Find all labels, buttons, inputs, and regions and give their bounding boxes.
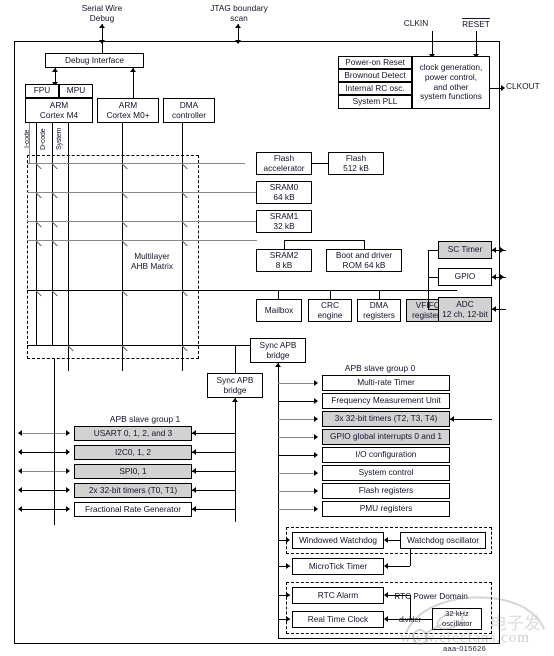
microtick-timer-box[interactable]: MicroTick Timer <box>292 558 384 575</box>
apb0-item-frequency-measurement-unit[interactable]: Frequency Measurement Unit <box>322 393 450 409</box>
apb0-item-system-control[interactable]: System control <box>322 465 450 481</box>
rtc-power-domain-title: RTC Power Domain <box>394 591 468 601</box>
matrix-row-ahbperiph <box>27 290 457 291</box>
apb-group-1-title: APB slave group 1 <box>109 414 181 424</box>
system-pll-box[interactable]: System PLL <box>338 95 412 109</box>
bus-label-system: System <box>56 127 63 151</box>
label-reset: RESET <box>462 18 490 29</box>
cortex-m4-box[interactable]: ARM Cortex M4 <box>25 98 93 123</box>
apb1-item-2x-32bit-timers[interactable]: 2x 32-bit timers (T0, T1) <box>74 483 192 498</box>
block-diagram-root: Serial Wire Debug JTAG boundary scan CLK… <box>0 0 554 656</box>
apb1-item-i2c[interactable]: I2C0, 1, 2 <box>74 445 192 460</box>
mpu-box[interactable]: MPU <box>59 84 93 98</box>
adc-box[interactable]: ADC 12 ch, 12-bit <box>438 297 492 322</box>
boot-rom-box[interactable]: Boot and driver ROM 64 kB <box>326 249 402 272</box>
apb1-item-spi[interactable]: SPI0, 1 <box>74 464 192 479</box>
sc-timer-box[interactable]: SC Timer <box>438 241 492 259</box>
sync-apb-bridge-lower[interactable]: Sync APB bridge <box>207 373 263 398</box>
cortex-m0plus-box[interactable]: ARM Cortex M0+ <box>97 98 159 123</box>
sram2-box[interactable]: SRAM2 8 kB <box>256 249 312 272</box>
apb0-item-gpio-global-interrupts[interactable]: GPIO global interrupts 0 and 1 <box>322 429 450 445</box>
apb0-item-io-configuration[interactable]: I/O configuration <box>322 447 450 463</box>
debug-interface-box[interactable]: Debug Interface <box>45 53 144 68</box>
apb0-item-pmu-registers[interactable]: PMU registers <box>322 501 450 517</box>
matrix-row-sram0 <box>27 192 259 193</box>
apb1-item-fractional-rate-generator[interactable]: Fractional Rate Generator <box>74 502 192 517</box>
bus-label-d-code: D-code <box>40 128 47 150</box>
brownout-detect-box[interactable]: Brownout Detect <box>338 69 412 82</box>
matrix-row-sram1 <box>27 221 259 222</box>
sram0-box[interactable]: SRAM0 64 kB <box>256 181 312 204</box>
apb0-item-flash-registers[interactable]: Flash registers <box>322 483 450 499</box>
power-on-reset-box[interactable]: Power-on Reset <box>338 56 412 69</box>
windowed-watchdog-box[interactable]: Windowed Watchdog <box>292 532 384 549</box>
internal-rc-osc-box[interactable]: Internal RC osc. <box>338 82 412 95</box>
fpu-box[interactable]: FPU <box>25 84 59 98</box>
label-jtag-boundary-scan: JTAG boundary scan <box>210 3 268 23</box>
real-time-clock-box[interactable]: Real Time Clock <box>292 611 384 628</box>
figure-id: aaa-015626 <box>443 644 487 653</box>
matrix-row-flash <box>27 163 245 164</box>
label-clkin: CLKIN <box>403 18 429 28</box>
rtc-32khz-oscillator-box[interactable]: 32 kHz oscillator <box>432 608 482 630</box>
label-serial-wire-debug: Serial Wire Debug <box>81 3 123 23</box>
matrix-row-sram2 <box>27 240 257 241</box>
rtc-alarm-box[interactable]: RTC Alarm <box>292 587 384 604</box>
mailbox-box[interactable]: Mailbox <box>256 299 302 322</box>
apb0-item-multi-rate-timer[interactable]: Multi-rate Timer <box>322 375 450 391</box>
clock-generation-box[interactable]: clock generation, power control, and oth… <box>412 56 490 109</box>
sram1-box[interactable]: SRAM1 32 kB <box>256 210 312 233</box>
flash-512kb-box[interactable]: Flash 512 kB <box>328 152 384 175</box>
apb-group-0-title: APB slave group 0 <box>344 363 416 373</box>
apb0-item-3x-32bit-timers[interactable]: 3x 32-bit timers (T2, T3, T4) <box>322 411 450 427</box>
apb1-item-usart[interactable]: USART 0, 1, 2, and 3 <box>74 426 192 441</box>
crc-engine-box[interactable]: CRC engine <box>308 299 352 322</box>
label-clkout: CLKOUT <box>506 81 540 91</box>
sync-apb-bridge-upper[interactable]: Sync APB bridge <box>250 338 306 363</box>
watchdog-oscillator-box[interactable]: Watchdog oscillator <box>400 532 486 549</box>
dma-controller-box[interactable]: DMA controller <box>163 98 215 123</box>
flash-accelerator-box[interactable]: Flash accelerator <box>256 152 312 175</box>
gpio-box[interactable]: GPIO <box>438 268 492 286</box>
dma-registers-box[interactable]: DMA registers <box>357 299 401 322</box>
matrix-row-bridge <box>27 345 255 346</box>
